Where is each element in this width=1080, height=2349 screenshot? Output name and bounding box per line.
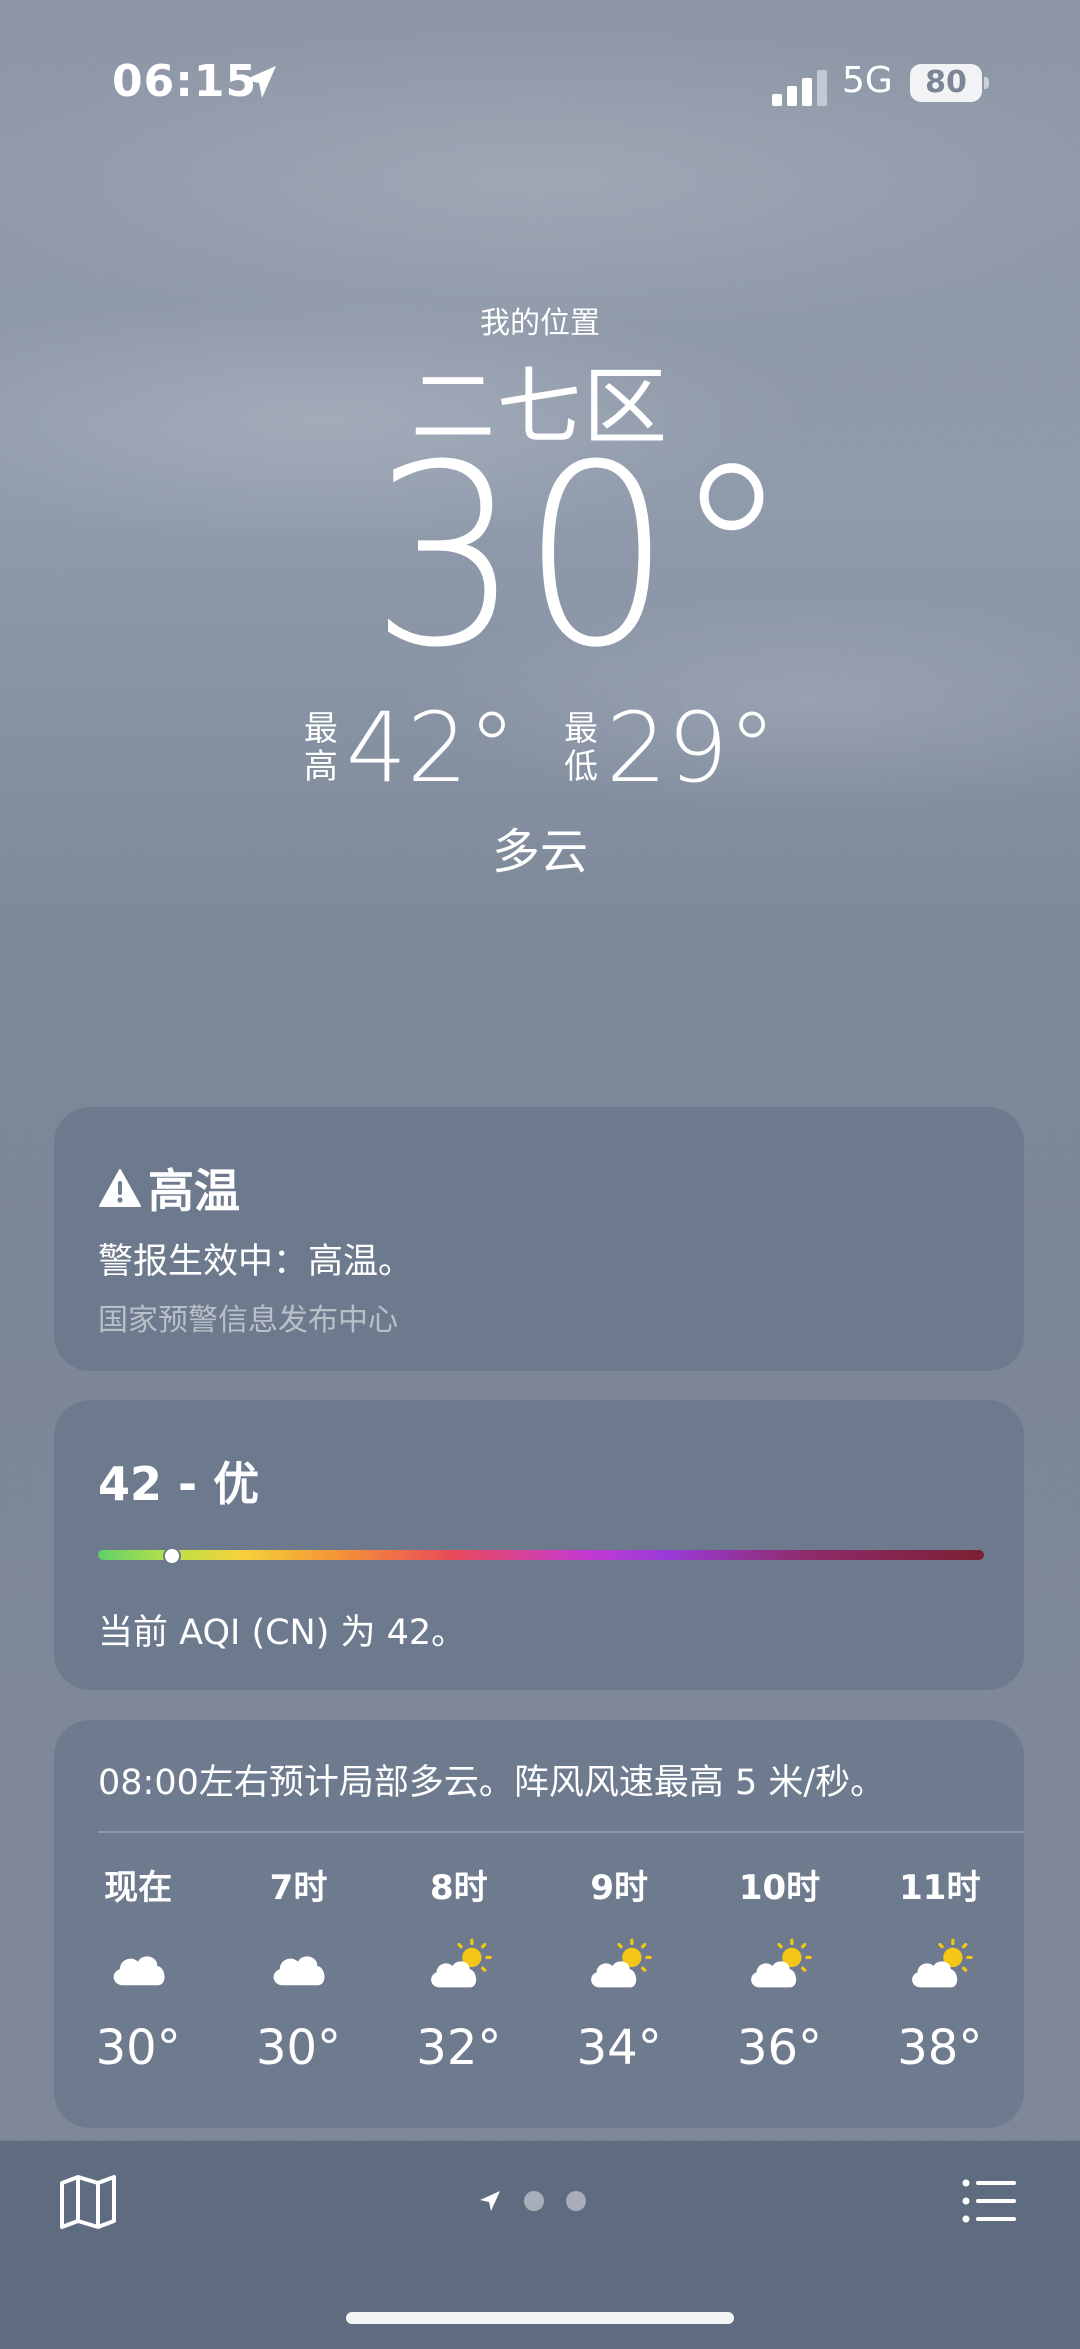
cellular-signal-icon xyxy=(772,70,827,106)
hour-temperature: 30° xyxy=(255,2020,342,2076)
alert-source: 国家预警信息发布中心 xyxy=(98,1303,398,1338)
hour-label: 9时 xyxy=(590,1868,648,1908)
map-icon[interactable] xyxy=(56,2169,120,2233)
hourly-forecast-card[interactable]: 08:00左右预计局部多云。阵风风速最高 5 米/秒。 现在 30° 7时 30° 8时… xyxy=(54,1720,1024,2128)
aqi-indicator-dot xyxy=(163,1547,182,1565)
sun-behind-cloud-icon xyxy=(911,1938,973,1988)
hourly-item: 8时 32° xyxy=(379,1860,539,2076)
current-location-page-icon[interactable] xyxy=(478,2189,502,2213)
battery-level: 80 xyxy=(925,65,967,100)
sun-behind-cloud-icon xyxy=(430,1938,492,1988)
hour-temperature: 38° xyxy=(897,2020,983,2076)
home-indicator[interactable] xyxy=(346,2312,734,2324)
hourly-item: 10时 36° xyxy=(699,1860,859,2076)
hour-label: 7时 xyxy=(269,1868,328,1908)
weather-condition: 多云 xyxy=(491,824,588,880)
battery-icon: 80 xyxy=(910,64,982,102)
current-temperature: 30° xyxy=(370,411,791,702)
high-label: 最 高 xyxy=(304,710,338,786)
hourly-summary: 08:00左右预计局部多云。阵风风速最高 5 米/秒。 xyxy=(98,1763,886,1803)
hour-temperature: 32° xyxy=(416,2020,502,2076)
page-indicator[interactable] xyxy=(478,2189,586,2213)
sun-behind-cloud-icon xyxy=(751,1938,813,1988)
cloud-icon xyxy=(274,1956,326,1986)
alert-title: 高温 xyxy=(98,1155,240,1221)
hour-label: 10时 xyxy=(738,1868,821,1908)
page-dot[interactable] xyxy=(524,2191,544,2211)
aqi-title: 42 - 优 xyxy=(98,1457,260,1511)
sun-behind-cloud-icon xyxy=(591,1938,652,1988)
location-label: 我的位置 xyxy=(480,306,600,341)
location-arrow-icon xyxy=(244,66,276,98)
hour-label: 8时 xyxy=(429,1868,488,1908)
status-time: 06:15 xyxy=(112,56,258,107)
hourly-item: 7时 30° xyxy=(218,1860,378,2076)
battery-tip xyxy=(984,77,989,89)
low-label-2: 低 xyxy=(564,747,598,787)
cloud-icon xyxy=(113,1956,165,1986)
weather-alert-card[interactable]: 高温 警报生效中：高温。 国家预警信息发布中心 xyxy=(54,1107,1024,1371)
hourly-item: 11时 38° xyxy=(860,1860,1020,2076)
hourly-item: 9时 34° xyxy=(539,1860,699,2076)
network-type: 5G xyxy=(842,60,893,101)
list-icon[interactable] xyxy=(960,2171,1020,2231)
aqi-description: 当前 AQI (CN) 为 42。 xyxy=(98,1613,467,1653)
hourly-list[interactable]: 现在 30° 7时 30° 8时 32° 9时 34° 10时 36° 11时 38° xyxy=(58,1860,1020,2076)
low-temperature: 29° xyxy=(606,692,777,804)
low-label-1: 最 xyxy=(564,709,598,749)
divider xyxy=(98,1831,1024,1833)
alert-title-text: 高温 xyxy=(148,1164,240,1218)
hour-temperature: 36° xyxy=(736,2020,823,2076)
air-quality-card[interactable]: 42 - 优 当前 AQI (CN) 为 42。 xyxy=(54,1400,1024,1690)
high-label-1: 最 xyxy=(303,709,338,749)
hour-label: 现在 xyxy=(104,1868,173,1908)
hour-label: 11时 xyxy=(899,1868,981,1908)
high-label-2: 高 xyxy=(303,747,338,787)
high-low-temperatures: 最 高 42° 最 低 29° xyxy=(0,700,1080,796)
warning-icon xyxy=(99,1169,141,1207)
high-temperature: 42° xyxy=(345,692,516,804)
hour-temperature: 30° xyxy=(95,2020,181,2076)
hour-temperature: 34° xyxy=(576,2020,662,2076)
alert-body: 警报生效中：高温。 xyxy=(98,1242,414,1282)
low-label: 最 低 xyxy=(564,710,598,786)
aqi-scale-bar xyxy=(98,1550,984,1560)
page-dot[interactable] xyxy=(566,2191,586,2211)
hourly-item: 现在 30° xyxy=(58,1860,218,2076)
